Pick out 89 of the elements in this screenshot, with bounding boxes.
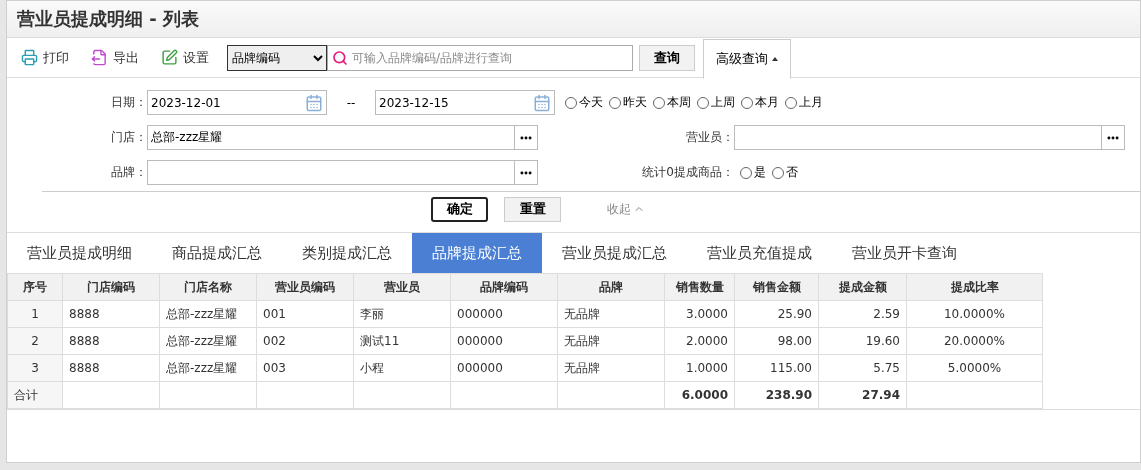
table-cell: 10.0000% — [906, 300, 1043, 328]
browse-button[interactable] — [1102, 125, 1125, 150]
table-cell: 李丽 — [353, 300, 451, 328]
edit-icon — [161, 49, 178, 66]
field-label: 营业员： — [685, 129, 734, 146]
total-cell: 6.0000 — [664, 381, 735, 409]
table-cell: 2.59 — [818, 300, 907, 328]
table-cell: 5.75 — [818, 354, 907, 382]
page-title: 营业员提成明细 - 列表 — [17, 7, 199, 31]
table-cell: 001 — [256, 300, 354, 328]
radio-option[interactable]: 上月 — [785, 94, 823, 111]
field-label: 品牌： — [110, 164, 147, 181]
table-cell: 8888 — [62, 300, 160, 328]
total-label: 合计 — [7, 381, 63, 409]
column-header: 营业员编码 — [256, 273, 354, 301]
search-type-select[interactable]: 品牌编码 — [227, 44, 327, 71]
table-cell: 20.0000% — [906, 327, 1043, 355]
table-cell: 小程 — [353, 354, 451, 382]
column-header: 门店名称 — [159, 273, 257, 301]
browse-button[interactable] — [515, 125, 538, 150]
table-cell: 19.60 — [818, 327, 907, 355]
table-cell: 8888 — [62, 327, 160, 355]
radio-option[interactable]: 本周 — [653, 94, 691, 111]
table-cell: 003 — [256, 354, 354, 382]
row-number: 3 — [7, 354, 63, 382]
export-button[interactable]: 导出 — [85, 48, 145, 67]
table-cell: 000000 — [450, 354, 558, 382]
table-cell: 25.90 — [734, 300, 819, 328]
table-cell: 000000 — [450, 327, 558, 355]
table-cell: 总部-zzz星耀 — [159, 327, 257, 355]
collapse-link[interactable]: 收起 — [601, 199, 651, 219]
date-field[interactable]: 2023-12-15 — [375, 90, 555, 115]
browse-button[interactable] — [515, 160, 538, 185]
column-header: 销售数量 — [664, 273, 735, 301]
total-cell: 238.90 — [734, 381, 819, 409]
range-separator: -- — [345, 95, 357, 110]
store-field[interactable]: 总部-zzz星耀 — [147, 125, 515, 150]
table-cell: 无品牌 — [557, 354, 665, 382]
row-number: 1 — [7, 300, 63, 328]
reset-button[interactable]: 重置 — [504, 196, 561, 222]
confirm-button[interactable]: 确定 — [431, 196, 488, 222]
column-header: 序号 — [7, 273, 63, 301]
radio-option[interactable]: 今天 — [565, 94, 603, 111]
row-number: 2 — [7, 327, 63, 355]
search-icon — [332, 49, 348, 66]
column-header: 品牌 — [557, 273, 665, 301]
column-header: 门店编码 — [62, 273, 160, 301]
table-cell: 测试11 — [353, 327, 451, 355]
table-cell: 5.0000% — [906, 354, 1043, 382]
radio-option[interactable]: 昨天 — [609, 94, 647, 111]
column-header: 提成比率 — [906, 273, 1043, 301]
column-header: 销售金额 — [734, 273, 819, 301]
export-icon — [91, 49, 108, 66]
brand-field[interactable] — [147, 160, 515, 185]
staff-field[interactable] — [734, 125, 1102, 150]
radio-option[interactable]: 否 — [772, 164, 798, 181]
table-cell: 115.00 — [734, 354, 819, 382]
radio-option[interactable]: 本月 — [741, 94, 779, 111]
radio-option[interactable]: 上周 — [697, 94, 735, 111]
table-cell: 8888 — [62, 354, 160, 382]
table-cell: 总部-zzz星耀 — [159, 354, 257, 382]
caret-icon — [772, 56, 778, 61]
query-button[interactable]: 查询 — [639, 44, 695, 71]
field-label: 门店： — [110, 129, 147, 146]
table-cell: 3.0000 — [664, 300, 735, 328]
table-cell: 无品牌 — [557, 300, 665, 328]
total-cell: 27.94 — [818, 381, 907, 409]
table-cell: 无品牌 — [557, 327, 665, 355]
calendar-icon — [305, 93, 323, 112]
table-cell: 总部-zzz星耀 — [159, 300, 257, 328]
settings-button[interactable]: 设置 — [155, 48, 215, 67]
column-header: 品牌编码 — [450, 273, 558, 301]
table-cell: 2.0000 — [664, 327, 735, 355]
field-label: 统计0提成商品： — [641, 164, 734, 181]
calendar-icon — [533, 93, 551, 112]
table-cell: 000000 — [450, 300, 558, 328]
printer-icon — [21, 49, 38, 66]
advanced-search-button[interactable]: 高级查询 — [703, 38, 791, 79]
tab[interactable]: 品牌提成汇总 — [412, 233, 542, 273]
table-cell: 1.0000 — [664, 354, 735, 382]
table-cell: 002 — [256, 327, 354, 355]
column-header: 提成金额 — [818, 273, 907, 301]
table-cell: 98.00 — [734, 327, 819, 355]
date-field[interactable]: 2023-12-01 — [147, 90, 327, 115]
radio-option[interactable]: 是 — [740, 164, 766, 181]
print-button[interactable]: 打印 — [15, 48, 75, 67]
field-label: 日期： — [110, 94, 147, 111]
search-field[interactable]: 可输入品牌编码/品牌进行查询 — [327, 44, 633, 71]
column-header: 营业员 — [353, 273, 451, 301]
